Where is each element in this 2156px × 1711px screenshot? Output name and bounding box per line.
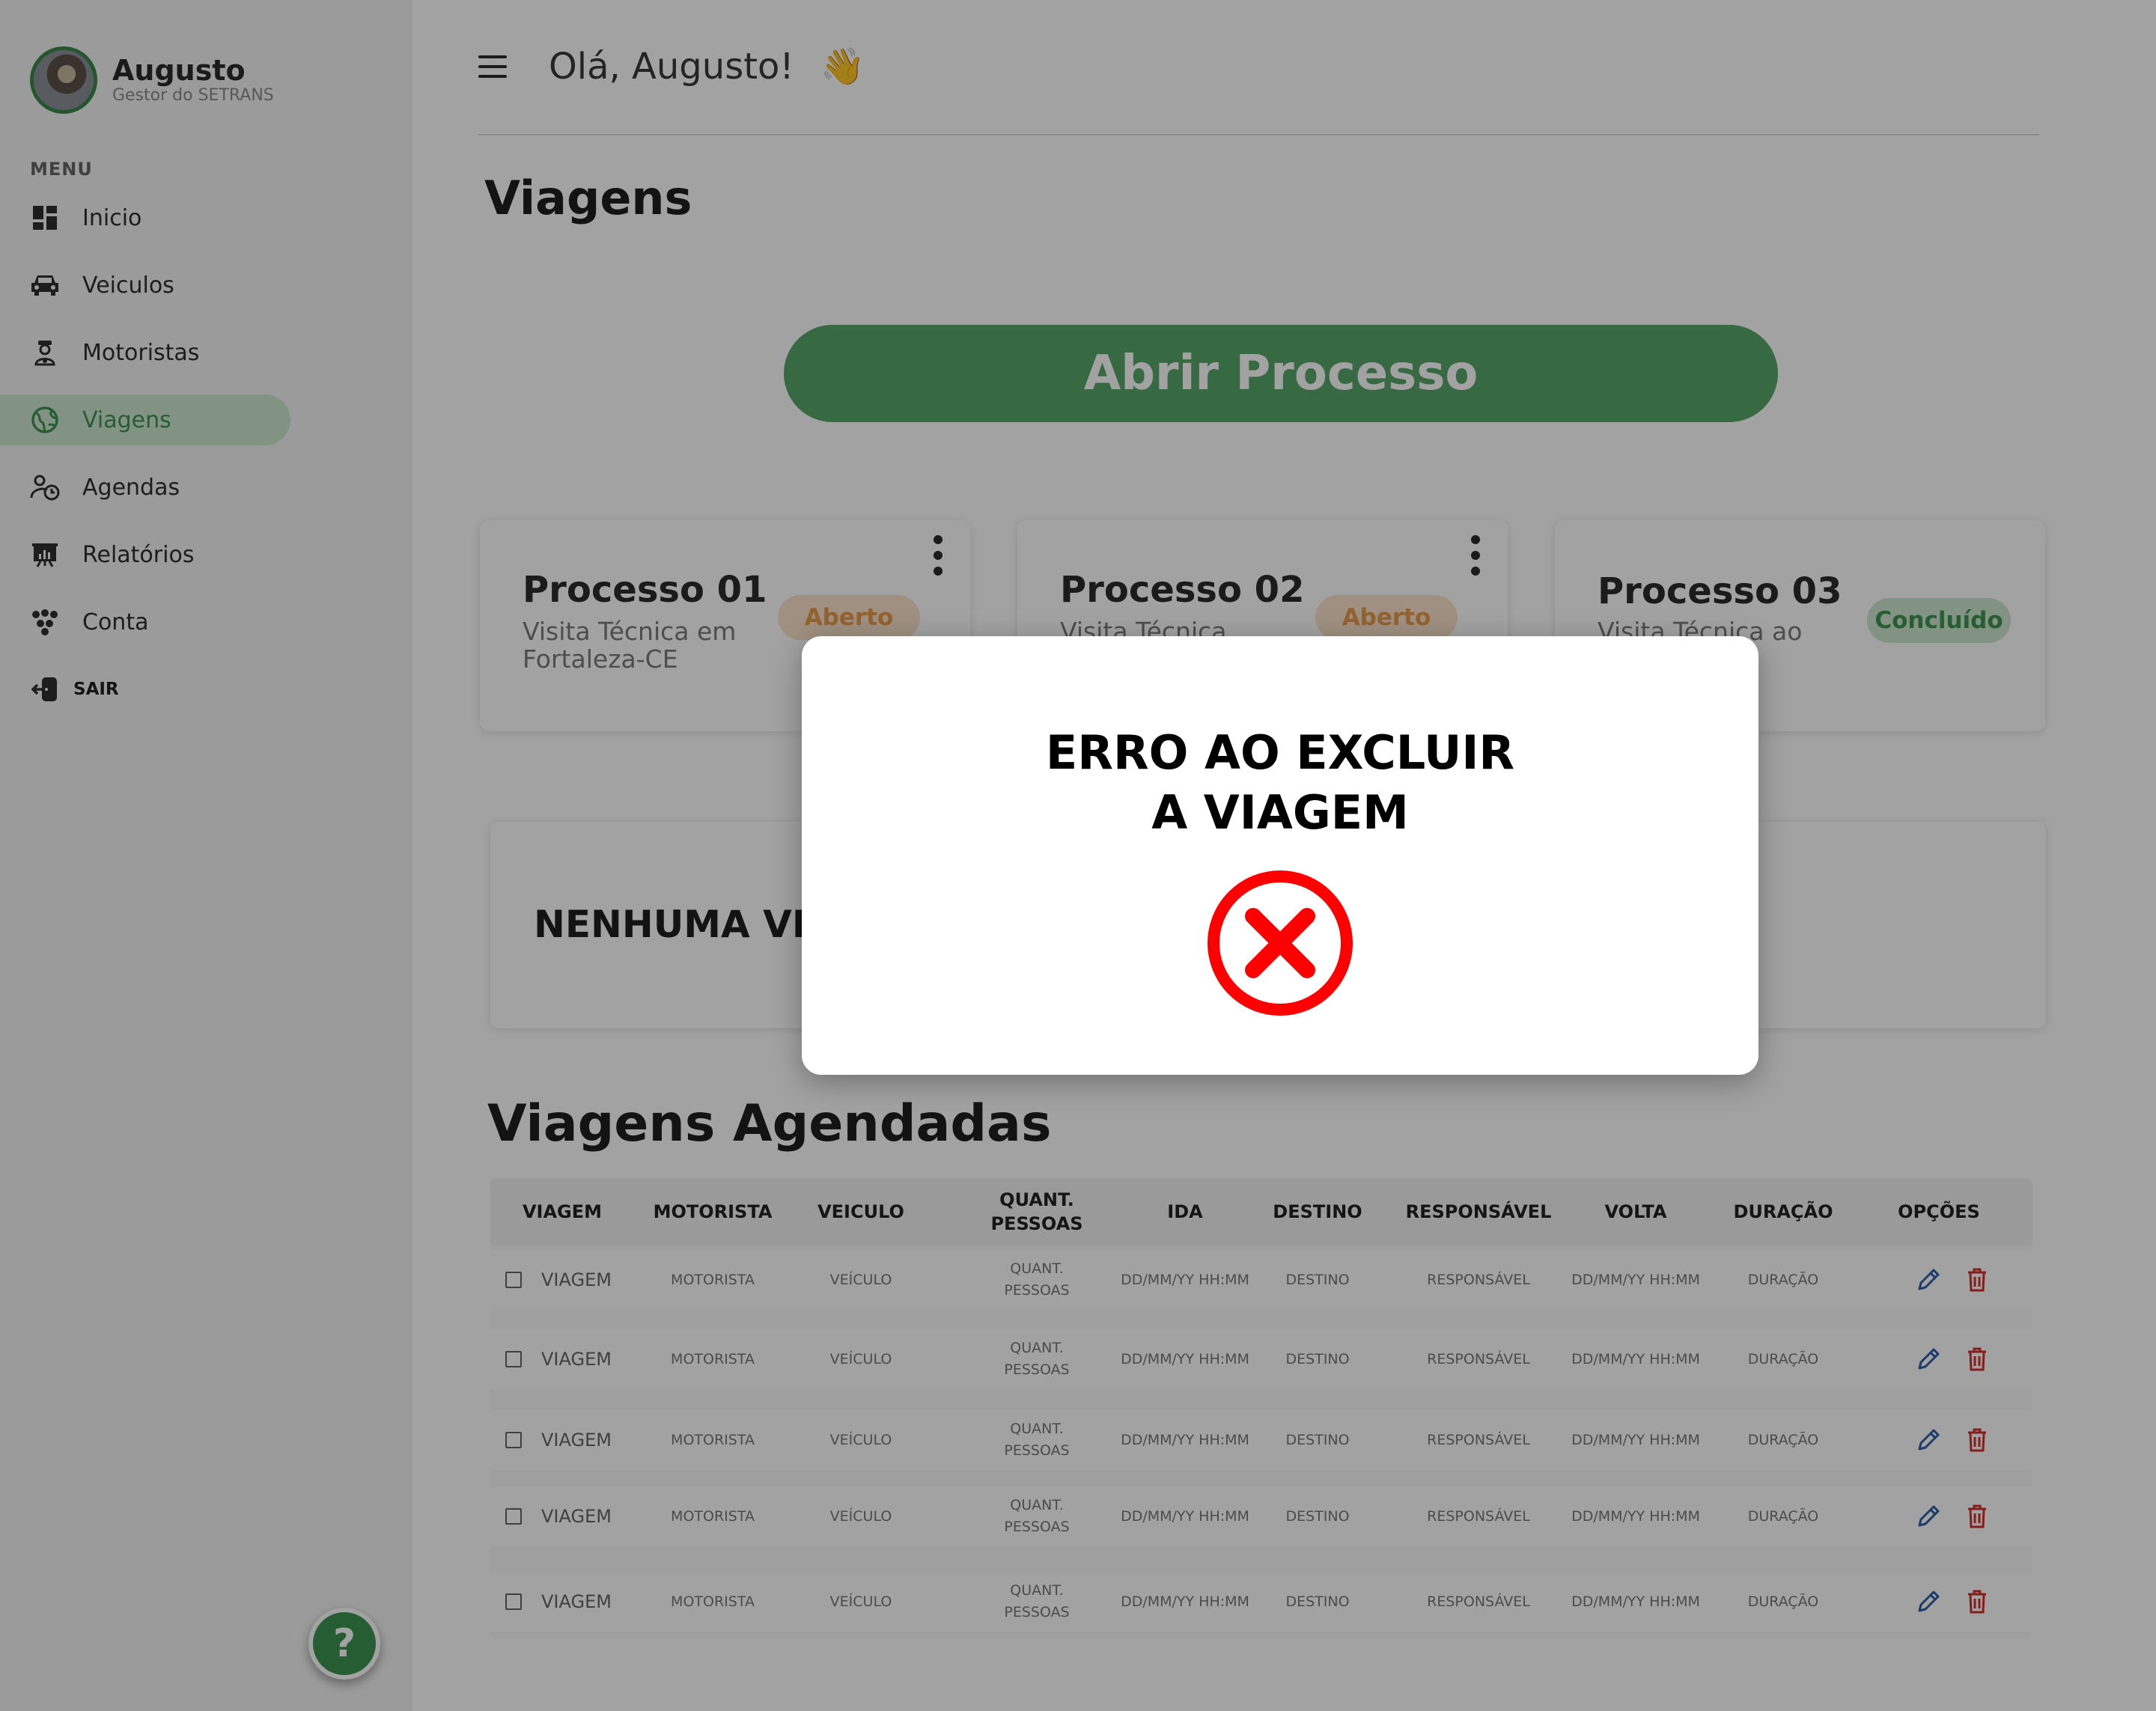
dialog-title-text: ERRO AO EXCLUIR A VIAGEM <box>1045 725 1515 840</box>
error-dialog: ERRO AO EXCLUIR A VIAGEM <box>802 636 1758 1075</box>
error-x-circle-icon <box>1205 868 1355 1021</box>
dialog-title: ERRO AO EXCLUIR A VIAGEM <box>802 723 1758 843</box>
